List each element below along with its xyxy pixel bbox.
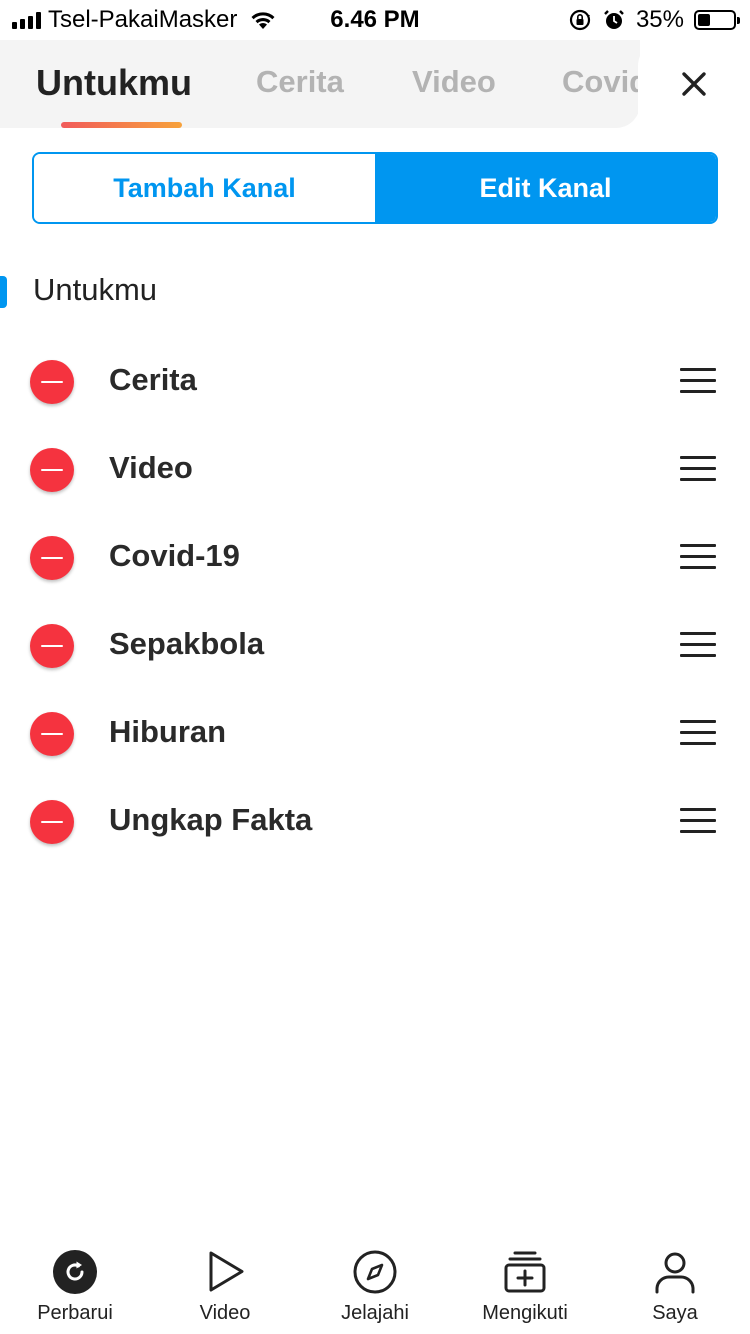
profile-icon — [655, 1252, 695, 1294]
channel-label: Ungkap Fakta — [109, 802, 313, 837]
remove-channel-icon[interactable] — [30, 360, 74, 404]
tab-covid[interactable]: Covid — [562, 64, 640, 100]
nav-label: Jelajahi — [341, 1302, 409, 1324]
channel-label: Video — [109, 450, 193, 485]
tab-cerita[interactable]: Cerita — [256, 64, 344, 100]
tab-untukmu[interactable]: Untukmu — [36, 62, 192, 104]
alarm-icon — [604, 10, 624, 29]
battery-percent: 35% — [635, 6, 684, 33]
remove-channel-icon[interactable] — [30, 448, 74, 492]
remove-channel-icon[interactable] — [30, 800, 74, 844]
nav-label: Video — [199, 1302, 251, 1324]
drag-handle-icon[interactable] — [680, 720, 716, 746]
nav-saya[interactable]: Saya — [600, 1248, 750, 1325]
tab-video[interactable]: Video — [412, 64, 496, 100]
channel-row: Hiburan — [0, 688, 750, 776]
status-bar: Tsel-PakaiMasker 6.46 PM 35% — [0, 0, 750, 40]
channel-tab-header: Untukmu Cerita Video Covid — [0, 40, 750, 128]
channel-label: Hiburan — [109, 714, 227, 749]
battery-level — [698, 14, 710, 26]
channel-label: Covid-19 — [109, 538, 240, 573]
active-tab-indicator — [61, 122, 182, 128]
channel-row: Sepakbola — [0, 600, 750, 688]
nav-perbarui[interactable]: Perbarui — [0, 1248, 150, 1325]
section-title: Untukmu — [33, 272, 158, 307]
add-channel-button[interactable]: Tambah Kanal — [34, 154, 375, 222]
refresh-icon — [53, 1250, 97, 1294]
nav-label: Perbarui — [37, 1302, 113, 1324]
channel-row: Ungkap Fakta — [0, 776, 750, 864]
nav-jelajahi[interactable]: Jelajahi — [300, 1248, 450, 1325]
remove-channel-icon[interactable] — [30, 712, 74, 756]
edit-channel-button[interactable]: Edit Kanal — [375, 154, 716, 222]
remove-channel-icon[interactable] — [30, 624, 74, 668]
drag-handle-icon[interactable] — [680, 456, 716, 482]
channel-row: Video — [0, 424, 750, 512]
battery-icon — [694, 10, 740, 30]
rotation-lock-icon — [569, 9, 591, 31]
channel-row: Cerita — [0, 336, 750, 424]
drag-handle-icon[interactable] — [680, 632, 716, 658]
channel-mode-switch: Tambah Kanal Edit Kanal — [32, 152, 718, 224]
battery-nub — [737, 17, 740, 24]
channel-label: Sepakbola — [109, 626, 265, 661]
nav-label: Saya — [652, 1302, 698, 1324]
channel-label: Cerita — [109, 362, 197, 397]
bottom-nav: Perbarui Video Jelajahi Mengikuti Saya — [0, 1234, 750, 1334]
nav-mengikuti[interactable]: Mengikuti — [450, 1248, 600, 1325]
remove-channel-icon[interactable] — [30, 536, 74, 580]
tab-strip: Untukmu Cerita Video Covid — [0, 40, 640, 128]
play-icon — [209, 1251, 244, 1292]
following-icon — [504, 1251, 546, 1293]
nav-label: Mengikuti — [482, 1302, 568, 1324]
nav-video[interactable]: Video — [150, 1248, 300, 1325]
drag-handle-icon[interactable] — [680, 544, 716, 570]
drag-handle-icon[interactable] — [680, 368, 716, 394]
channel-list: Cerita Video Covid-19 Sepakbola Hiburan … — [0, 336, 750, 864]
channel-row: Covid-19 — [0, 512, 750, 600]
compass-icon — [353, 1250, 397, 1294]
section-marker — [0, 276, 7, 308]
status-right: 35% — [568, 6, 740, 34]
close-icon[interactable] — [676, 66, 712, 102]
drag-handle-icon[interactable] — [680, 808, 716, 834]
